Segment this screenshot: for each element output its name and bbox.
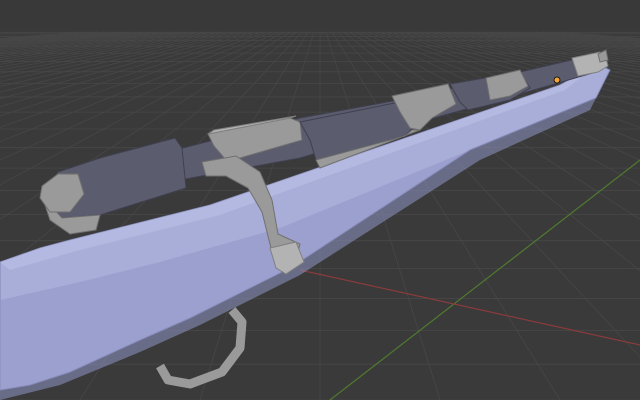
upper-background <box>0 0 640 30</box>
object-origin[interactable] <box>553 76 561 84</box>
viewport-canvas[interactable] <box>0 0 640 400</box>
x-axis-line <box>299 269 640 346</box>
3d-viewport[interactable] <box>0 0 640 400</box>
rifle-model[interactable] <box>0 49 611 400</box>
